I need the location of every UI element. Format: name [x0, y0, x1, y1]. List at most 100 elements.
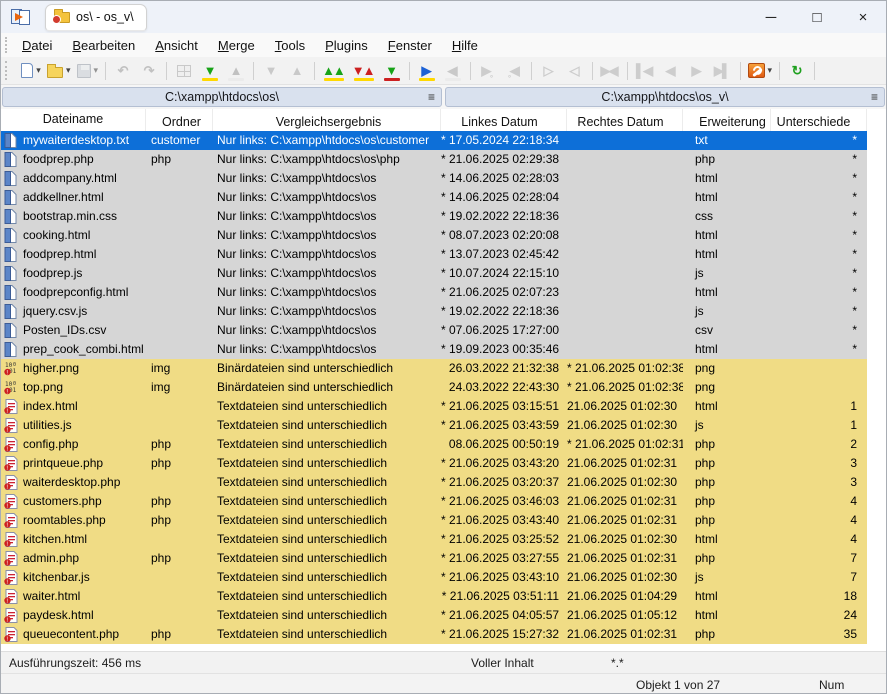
- new-file-button[interactable]: ▾: [19, 59, 43, 83]
- file-row-roomtables.php[interactable]: !roomtables.phpphpTextdateien sind unter…: [1, 511, 867, 530]
- swap-panes-button[interactable]: ▶◀: [598, 59, 622, 83]
- file-row-higher.png[interactable]: 10001!higher.pngimgBinärdateien sind unt…: [1, 359, 867, 378]
- menu-fenster[interactable]: Fenster: [378, 36, 442, 55]
- file-row-prep_cook_combi.html[interactable]: prep_cook_combi.htmlNur links: C:\xampp\…: [1, 340, 867, 359]
- differences-cell: *: [771, 264, 867, 283]
- file-row-foodprepconfig.html[interactable]: foodprepconfig.htmlNur links: C:\xampp\h…: [1, 283, 867, 302]
- menu-datei[interactable]: Datei: [12, 36, 62, 55]
- right-path-header[interactable]: C:\xampp\htdocs\os_v\ ≡: [445, 87, 885, 107]
- accent-bar: [445, 78, 461, 81]
- column-header-vergleichsergebnis[interactable]: Vergleichsergebnis: [213, 109, 441, 131]
- extension-cell: php: [683, 473, 771, 492]
- undo-button[interactable]: ↶: [111, 59, 135, 83]
- last-diff-button[interactable]: ▼: [380, 59, 404, 83]
- prev-diff-button[interactable]: ▲: [224, 59, 248, 83]
- column-header-ordner[interactable]: Ordner: [146, 109, 213, 131]
- close-button[interactable]: ×: [840, 1, 886, 33]
- file-row-printqueue.php[interactable]: !printqueue.phpphpTextdateien sind unter…: [1, 454, 867, 473]
- compare-result-cell: Binärdateien sind unterschiedlich: [213, 359, 441, 378]
- first-file-button[interactable]: ▌◀: [633, 59, 657, 83]
- next-file-button[interactable]: ▶: [685, 59, 709, 83]
- minimize-button[interactable]: ─: [748, 1, 794, 33]
- copy-left-advance-button[interactable]: ˳◀: [502, 59, 526, 83]
- file-row-paydesk.html[interactable]: !paydesk.htmlTextdateien sind unterschie…: [1, 606, 867, 625]
- differences-cell: 7: [771, 568, 867, 587]
- first-diff-button[interactable]: ▲▲: [320, 59, 348, 83]
- file-row-addcompany.html[interactable]: addcompany.htmlNur links: C:\xampp\htdoc…: [1, 169, 867, 188]
- menu-ansicht[interactable]: Ansicht: [145, 36, 208, 55]
- compare-tab[interactable]: os\ - os_v\: [45, 4, 147, 31]
- right-path-label: C:\xampp\htdocs\os_v\: [446, 90, 884, 104]
- file-name: top.png: [23, 378, 63, 397]
- text-diff-file-icon: !: [4, 627, 18, 642]
- file-row-foodprep.js[interactable]: foodprep.jsNur links: C:\xampp\htdocs\os…: [1, 264, 867, 283]
- next-diff-button[interactable]: ▼: [198, 59, 222, 83]
- open-button[interactable]: ▾: [45, 59, 73, 83]
- column-header-linkes-datum[interactable]: Linkes Datum: [441, 109, 567, 131]
- column-header-rechtes-datum[interactable]: Rechtes Datum: [567, 109, 683, 131]
- file-row-bootstrap.min.css[interactable]: bootstrap.min.cssNur links: C:\xampp\htd…: [1, 207, 867, 226]
- menu-hilfe[interactable]: Hilfe: [442, 36, 488, 55]
- binary-diff-file-icon: 10001!: [4, 380, 18, 395]
- file-row-top.png[interactable]: 10001!top.pngimgBinärdateien sind unters…: [1, 378, 867, 397]
- current-diff-button[interactable]: ▼▲: [350, 59, 378, 83]
- file-row-mywaiterdesktop.txt[interactable]: mywaiterdesktop.txtcustomerNur links: C:…: [1, 131, 867, 150]
- file-row-utilities.js[interactable]: !utilities.jsTextdateien sind unterschie…: [1, 416, 867, 435]
- extension-cell: php: [683, 625, 771, 644]
- toolbar-separator: [166, 62, 167, 80]
- column-header-erweiterung[interactable]: Erweiterung: [683, 109, 771, 131]
- right-date-cell: 21.06.2025 01:02:30: [567, 530, 683, 549]
- right-path-menu-icon[interactable]: ≡: [871, 88, 878, 106]
- maximize-button[interactable]: □: [794, 1, 840, 33]
- options-button[interactable]: ▾: [746, 59, 775, 83]
- left-path-header[interactable]: C:\xampp\htdocs\os\ ≡: [2, 87, 442, 107]
- left-path-menu-icon[interactable]: ≡: [428, 88, 435, 106]
- folder-cell: [146, 606, 213, 625]
- file-row-Posten_IDs.csv[interactable]: Posten_IDs.csvNur links: C:\xampp\htdocs…: [1, 321, 867, 340]
- left-date-cell: * 21.06.2025 03:43:10: [441, 568, 567, 587]
- dropdown-arrow-icon[interactable]: ▾: [94, 65, 99, 76]
- column-header-dateiname[interactable]: Dateiname: [1, 109, 146, 131]
- redo-button[interactable]: ↷: [137, 59, 161, 83]
- file-row-admin.php[interactable]: !admin.phpphpTextdateien sind unterschie…: [1, 549, 867, 568]
- prev-conflict-button[interactable]: ▲: [285, 59, 309, 83]
- copy-right-button[interactable]: ▶: [415, 59, 439, 83]
- file-row-queuecontent.php[interactable]: !queuecontent.phpphpTextdateien sind unt…: [1, 625, 867, 644]
- file-row-index.html[interactable]: !index.htmlTextdateien sind unterschiedl…: [1, 397, 867, 416]
- file-row-cooking.html[interactable]: cooking.htmlNur links: C:\xampp\htdocs\o…: [1, 226, 867, 245]
- dropdown-arrow-icon[interactable]: ▾: [36, 65, 41, 76]
- dropdown-arrow-icon[interactable]: ▾: [66, 65, 71, 76]
- file-row-addkellner.html[interactable]: addkellner.htmlNur links: C:\xampp\htdoc…: [1, 188, 867, 207]
- undo-icon: ↶: [118, 64, 129, 77]
- last-file-button[interactable]: ▶▌: [711, 59, 735, 83]
- menubar-grip[interactable]: [5, 37, 12, 54]
- file-row-foodprep.html[interactable]: foodprep.htmlNur links: C:\xampp\htdocs\…: [1, 245, 867, 264]
- copy-left-button[interactable]: ◀: [441, 59, 465, 83]
- next-conflict-button[interactable]: ▼: [259, 59, 283, 83]
- compare-result-cell: Textdateien sind unterschiedlich: [213, 416, 441, 435]
- menu-bearbeiten[interactable]: Bearbeiten: [62, 36, 145, 55]
- file-row-foodprep.php[interactable]: foodprep.phpphpNur links: C:\xampp\htdoc…: [1, 150, 867, 169]
- refresh-button[interactable]: ↻: [785, 59, 809, 83]
- copy-right-folder-button[interactable]: ▷: [537, 59, 561, 83]
- menu-plugins[interactable]: Plugins: [315, 36, 378, 55]
- file-row-kitchenbar.js[interactable]: !kitchenbar.jsTextdateien sind unterschi…: [1, 568, 867, 587]
- file-row-waiter.html[interactable]: !waiter.htmlTextdateien sind unterschied…: [1, 587, 867, 606]
- file-name: bootstrap.min.css: [23, 207, 117, 226]
- file-row-config.php[interactable]: !config.phpphpTextdateien sind unterschi…: [1, 435, 867, 454]
- file-row-waiterdesktop.php[interactable]: !waiterdesktop.phpTextdateien sind unter…: [1, 473, 867, 492]
- toolbar-grip[interactable]: [5, 61, 12, 80]
- column-header-unterschiede[interactable]: ˆUnterschiede: [771, 109, 867, 131]
- copy-left-folder-button[interactable]: ◁: [563, 59, 587, 83]
- dropdown-arrow-icon[interactable]: ▾: [768, 65, 773, 76]
- save-button[interactable]: ▾: [75, 59, 101, 83]
- view-change-pane-button[interactable]: [172, 59, 196, 83]
- prev-file-button[interactable]: ◀: [659, 59, 683, 83]
- copy-right-advance-button[interactable]: ▶˳: [476, 59, 500, 83]
- file-row-jquery.csv.js[interactable]: jquery.csv.jsNur links: C:\xampp\htdocs\…: [1, 302, 867, 321]
- menu-tools[interactable]: Tools: [265, 36, 315, 55]
- file-row-kitchen.html[interactable]: !kitchen.htmlTextdateien sind unterschie…: [1, 530, 867, 549]
- menu-merge[interactable]: Merge: [208, 36, 265, 55]
- compare-result-cell: Nur links: C:\xampp\htdocs\os: [213, 188, 441, 207]
- file-row-customers.php[interactable]: !customers.phpphpTextdateien sind unters…: [1, 492, 867, 511]
